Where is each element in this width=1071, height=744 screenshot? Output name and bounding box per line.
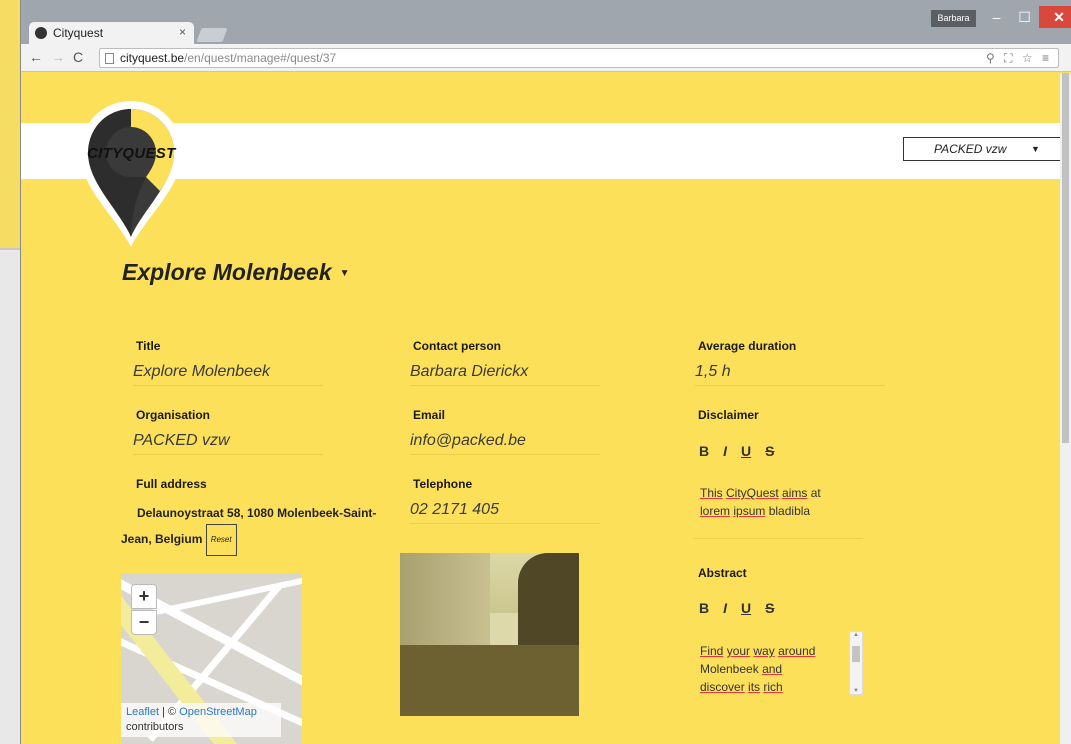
contact-input[interactable]: Barbara Dierickx: [410, 363, 600, 386]
openstreetmap-link[interactable]: OpenStreetMap: [179, 706, 257, 718]
map-zoom-in-button[interactable]: +: [131, 584, 157, 609]
disclaimer-editor[interactable]: This CityQuest aims at lorem ipsum bladi…: [700, 484, 860, 520]
underline-button[interactable]: U: [741, 600, 751, 616]
map-attribution: Leaflet | © OpenStreetMap contributors: [121, 703, 281, 737]
rich-word: Find: [700, 644, 724, 658]
tab-close-icon[interactable]: ×: [179, 25, 186, 39]
rich-word: This: [700, 486, 723, 500]
maximize-button[interactable]: ☐: [1011, 6, 1038, 28]
rich-word: lorem: [700, 504, 731, 518]
address-field[interactable]: Delaunoystraat 58, 1080 Molenbeek-Saint-…: [121, 503, 391, 556]
page-content: CITYQUEST PACKED vzw ▼ Explore Molenbeek…: [21, 73, 1061, 744]
rich-word: bladibla: [768, 504, 811, 518]
scroll-down-icon[interactable]: ▼: [853, 688, 859, 694]
caret-down-icon: ▼: [339, 268, 350, 280]
logo-text: CITYQUEST: [87, 145, 176, 162]
photo-ground: [400, 645, 579, 716]
disclaimer-divider: [693, 538, 863, 539]
bold-button[interactable]: B: [699, 600, 709, 616]
duration-input[interactable]: 1,5 h: [695, 363, 885, 386]
map-zoom-out-button[interactable]: −: [131, 610, 157, 635]
photo-tree: [518, 553, 579, 645]
rich-word: your: [726, 644, 751, 658]
rich-word: discover: [700, 680, 745, 694]
email-label: Email: [413, 408, 446, 422]
back-icon[interactable]: ←: [29, 49, 43, 65]
map-street: [132, 573, 302, 620]
rich-word: Molenbeek: [700, 662, 759, 676]
browser-toolbar: ← → C cityquest.be/en/quest/manage#/ques…: [21, 44, 1071, 72]
organisation-label: Organisation: [136, 408, 211, 422]
rich-word: way: [753, 644, 775, 658]
browser-window: Cityquest × Barbara – ☐ ✕ ← → C cityques…: [20, 0, 1071, 744]
italic-button[interactable]: I: [723, 443, 727, 459]
organisation-dropdown-value: PACKED vzw: [934, 142, 1007, 156]
rich-word: its: [748, 680, 761, 694]
attribution-separator: | ©: [159, 706, 180, 718]
page-scroll-thumb[interactable]: [1062, 73, 1069, 443]
caret-down-icon: ▼: [1031, 144, 1040, 154]
quest-title: Explore Molenbeek: [122, 259, 332, 285]
photo-wall: [400, 553, 490, 645]
address-value: Delaunoystraat 58, 1080 Molenbeek-Saint-…: [121, 506, 377, 547]
cityquest-logo-icon[interactable]: [76, 97, 186, 252]
rich-word: and: [762, 662, 783, 676]
telephone-label: Telephone: [413, 477, 473, 491]
browser-tab[interactable]: Cityquest ×: [29, 22, 194, 44]
reload-icon[interactable]: C: [73, 49, 83, 65]
new-tab-button[interactable]: [196, 28, 228, 42]
page-icon: [105, 53, 114, 64]
disclaimer-label: Disclaimer: [698, 408, 759, 422]
organisation-dropdown[interactable]: PACKED vzw ▼: [903, 137, 1061, 161]
title-bar: Cityquest × Barbara – ☐ ✕: [21, 0, 1071, 44]
attribution-contributors: contributors: [126, 721, 184, 733]
address-bar[interactable]: cityquest.be/en/quest/manage#/quest/37 ⚲…: [99, 48, 1059, 68]
organisation-input[interactable]: PACKED vzw: [133, 432, 323, 455]
title-input[interactable]: Explore Molenbeek: [133, 363, 323, 386]
address-label: Full address: [136, 477, 207, 491]
bold-button[interactable]: B: [699, 443, 709, 459]
disclaimer-format-toolbar: BIUS: [699, 443, 788, 459]
duration-label: Average duration: [698, 339, 797, 353]
strikethrough-button[interactable]: S: [765, 600, 774, 616]
favicon-icon: [35, 27, 47, 39]
underline-button[interactable]: U: [741, 443, 751, 459]
url-host: cityquest.be: [120, 51, 185, 65]
abstract-label: Abstract: [698, 566, 747, 580]
abstract-format-toolbar: BIUS: [699, 600, 788, 616]
rich-word: rich: [763, 680, 783, 694]
quest-photo[interactable]: [400, 553, 579, 716]
rich-word: at: [810, 486, 821, 500]
toolbar-icons[interactable]: ⚲ ⛶ ☆ ≡: [986, 51, 1052, 66]
location-map[interactable]: + − Leaflet | © OpenStreetMap contributo…: [121, 573, 302, 744]
abstract-editor[interactable]: Find your way around Molenbeek and disco…: [700, 642, 840, 696]
abstract-scrollbar[interactable]: ▲ ▼: [849, 631, 863, 695]
telephone-input[interactable]: 02 2171 405: [410, 501, 600, 524]
rich-word: aims: [782, 486, 808, 500]
quest-title-menu[interactable]: Explore Molenbeek ▼: [122, 259, 350, 286]
contact-label: Contact person: [413, 339, 502, 353]
profile-badge[interactable]: Barbara: [931, 10, 976, 27]
minimize-button[interactable]: –: [983, 6, 1010, 28]
tab-title: Cityquest: [53, 26, 104, 40]
reset-button[interactable]: Reset: [205, 524, 237, 556]
close-window-button[interactable]: ✕: [1039, 6, 1071, 28]
rich-word: CityQuest: [726, 486, 779, 500]
title-label: Title: [136, 339, 161, 353]
scroll-thumb[interactable]: [852, 646, 860, 662]
rich-word: around: [778, 644, 816, 658]
url-path: /en/quest/manage#/quest/37: [184, 51, 337, 65]
page-scrollbar[interactable]: [1060, 73, 1071, 744]
forward-icon[interactable]: →: [51, 49, 65, 65]
strikethrough-button[interactable]: S: [765, 443, 774, 459]
rich-word: ipsum: [733, 504, 766, 518]
background-window-gray: [0, 250, 20, 744]
scroll-up-icon[interactable]: ▲: [853, 632, 859, 638]
email-input[interactable]: info@packed.be: [410, 432, 600, 455]
leaflet-link[interactable]: Leaflet: [126, 706, 159, 718]
italic-button[interactable]: I: [723, 600, 727, 616]
